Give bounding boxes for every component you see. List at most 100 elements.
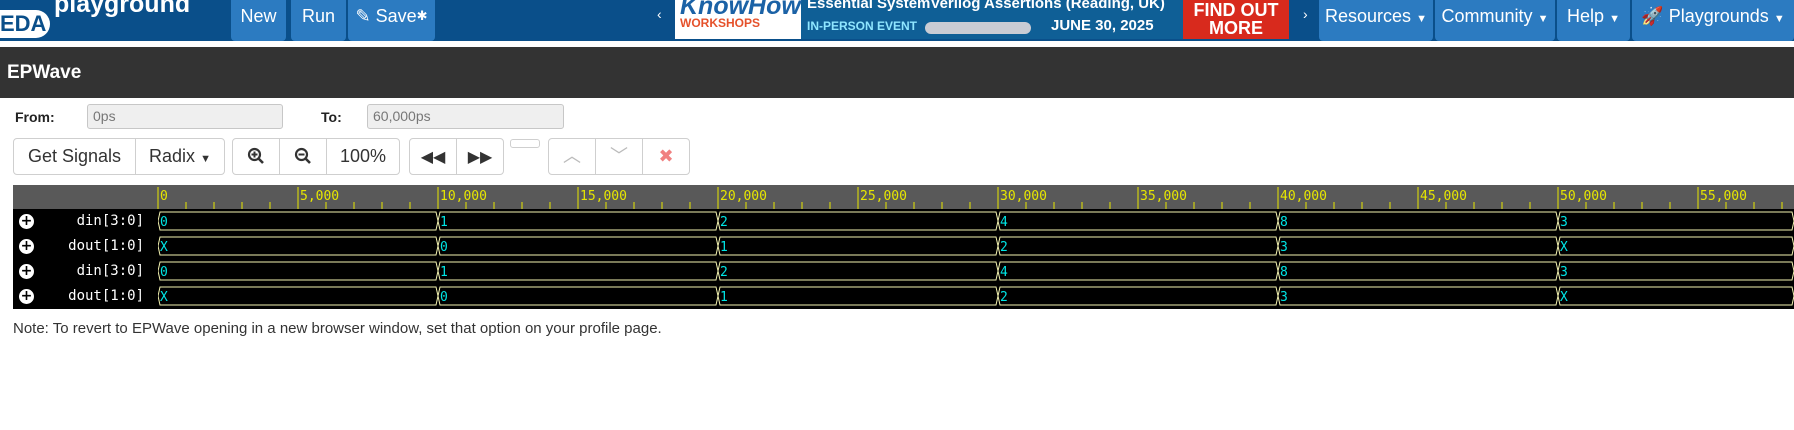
signal-order-group: ︿ ﹀ ✖ bbox=[548, 138, 690, 175]
logo-text: playground bbox=[54, 0, 191, 18]
edaplayground-logo[interactable]: EDA playground bbox=[0, 0, 220, 41]
from-field[interactable]: 0ps bbox=[87, 104, 283, 129]
banner-brand-sub: WORKSHOPS bbox=[680, 16, 761, 30]
new-button[interactable]: New bbox=[231, 0, 286, 41]
signal-row[interactable]: + din[3:0] bbox=[13, 259, 158, 284]
signal-name: dout[1:0] bbox=[68, 288, 144, 304]
note-text: Note: To revert to EPWave opening in a n… bbox=[13, 320, 662, 337]
bus-segment bbox=[437, 261, 719, 281]
ruler-label: 50,000 bbox=[1560, 189, 1607, 204]
bus-segment bbox=[717, 211, 999, 231]
banner-progress-pill bbox=[925, 22, 1031, 34]
bus-segment bbox=[717, 261, 999, 281]
time-ruler[interactable]: 0 5,000 10,000 15,000 20,000 25,000 30,000 35,0… bbox=[13, 185, 1794, 209]
playgrounds-menu[interactable]: 🚀 Playgrounds ▼ bbox=[1632, 0, 1794, 41]
bus-value-label: X bbox=[1560, 240, 1568, 255]
signal-row[interactable]: + dout[1:0] bbox=[13, 284, 158, 309]
ruler-label: 15,000 bbox=[580, 189, 627, 204]
bus-value-label: 0 bbox=[440, 240, 448, 255]
community-label: Community bbox=[1441, 6, 1533, 26]
bus-value-label: 2 bbox=[720, 215, 728, 230]
get-signals-button[interactable]: Get Signals bbox=[14, 139, 136, 174]
banner-prev-icon[interactable]: ‹ bbox=[657, 6, 662, 22]
waveform-traces: 0 1 2 4 8 3 X 0 1 2 3 X 0 1 2 4 8 3 X 0 1 2 3 X bbox=[158, 211, 1794, 306]
ruler-label: 5,000 bbox=[300, 189, 339, 204]
delete-signal-button[interactable]: ✖ bbox=[643, 139, 689, 174]
ruler-label: 20,000 bbox=[720, 189, 767, 204]
help-menu[interactable]: Help ▼ bbox=[1557, 0, 1630, 41]
radix-label: Radix bbox=[149, 146, 196, 166]
banner-next-icon[interactable]: › bbox=[1303, 6, 1308, 22]
bus-value-label: 8 bbox=[1280, 265, 1288, 280]
run-button[interactable]: Run bbox=[291, 0, 346, 41]
next-transition-button[interactable]: ▶▶ bbox=[457, 139, 503, 174]
signal-name: dout[1:0] bbox=[68, 238, 144, 254]
bus-segment bbox=[1277, 286, 1559, 306]
zoom-group: 100% bbox=[232, 138, 400, 175]
move-up-button[interactable]: ︿ bbox=[549, 139, 596, 174]
bus-value-label: 2 bbox=[1000, 290, 1008, 305]
bus-value-label: 8 bbox=[1280, 215, 1288, 230]
banner-cta-button[interactable]: FIND OUT MORE bbox=[1183, 0, 1289, 39]
top-navbar: EDA playground New Run ✎ Save✱ ‹ KnowHow… bbox=[0, 0, 1794, 41]
bus-value-label: 4 bbox=[1000, 265, 1008, 280]
banner-headline: Essential SystemVerilog Assertions (Read… bbox=[807, 0, 1165, 12]
ruler-label: 40,000 bbox=[1280, 189, 1327, 204]
help-label: Help bbox=[1567, 6, 1605, 26]
to-field[interactable]: 60,000ps bbox=[367, 104, 564, 129]
new-label: New bbox=[240, 6, 277, 26]
bus-value-label: X bbox=[160, 240, 168, 255]
zoom-out-button[interactable] bbox=[280, 139, 327, 174]
zoom-level[interactable]: 100% bbox=[327, 139, 399, 174]
bus-segment bbox=[1557, 211, 1794, 231]
expand-icon[interactable]: + bbox=[19, 214, 34, 229]
fast-forward-icon: ▶▶ bbox=[467, 149, 493, 166]
community-menu[interactable]: Community ▼ bbox=[1435, 0, 1555, 41]
navigate-group: ◀◀ ▶▶ bbox=[409, 138, 504, 175]
bus-value-label: 2 bbox=[1000, 240, 1008, 255]
bus-value-label: 3 bbox=[1280, 240, 1288, 255]
signal-name: din[3:0] bbox=[76, 263, 144, 279]
bus-value-label: 4 bbox=[1000, 215, 1008, 230]
bus-segment bbox=[997, 211, 1279, 231]
ruler-label: 10,000 bbox=[440, 189, 487, 204]
prev-transition-button[interactable]: ◀◀ bbox=[410, 139, 457, 174]
pencil-icon: ✎ bbox=[355, 6, 371, 26]
bus-value-label: 0 bbox=[160, 215, 168, 230]
bus-value-label: 0 bbox=[440, 290, 448, 305]
bus-value-label: 3 bbox=[1560, 215, 1568, 230]
chevron-down-icon: ﹀ bbox=[610, 146, 628, 166]
chevron-up-icon: ︿ bbox=[563, 146, 581, 166]
ad-banner[interactable]: KnowHow WORKSHOPS Essential SystemVerilo… bbox=[675, 0, 1289, 39]
bus-value-label: 3 bbox=[1560, 265, 1568, 280]
waveform-canvas[interactable]: 0 1 2 4 8 3 X 0 1 2 3 X 0 1 2 4 8 3 X 0 1 2 3 X bbox=[158, 209, 1794, 309]
move-down-button[interactable]: ﹀ bbox=[596, 139, 643, 174]
signal-row[interactable]: + dout[1:0] bbox=[13, 234, 158, 259]
expand-icon[interactable]: + bbox=[19, 264, 34, 279]
resources-menu[interactable]: Resources ▼ bbox=[1319, 0, 1433, 41]
zoom-in-button[interactable] bbox=[233, 139, 280, 174]
bus-value-label: X bbox=[1560, 290, 1568, 305]
bus-segment bbox=[1277, 236, 1559, 256]
bus-segment bbox=[437, 286, 719, 306]
save-button[interactable]: ✎ Save✱ bbox=[348, 0, 435, 41]
bus-segment bbox=[1557, 261, 1794, 281]
signal-row[interactable]: + din[3:0] bbox=[13, 209, 158, 234]
blank-button[interactable] bbox=[510, 139, 540, 148]
bus-segment bbox=[158, 286, 439, 306]
bus-segment bbox=[158, 236, 439, 256]
caret-down-icon: ▼ bbox=[200, 153, 211, 165]
zoom-in-icon bbox=[247, 147, 264, 164]
bus-segment bbox=[1277, 261, 1559, 281]
bus-segment bbox=[1557, 286, 1794, 306]
caret-down-icon: ▼ bbox=[1416, 13, 1427, 25]
radix-dropdown[interactable]: Radix ▼ bbox=[136, 139, 224, 174]
bus-value-label: X bbox=[160, 290, 168, 305]
bus-segment bbox=[717, 236, 999, 256]
expand-icon[interactable]: + bbox=[19, 289, 34, 304]
logo-eda: EDA bbox=[0, 10, 51, 38]
bus-value-label: 1 bbox=[720, 290, 728, 305]
bus-value-label: 3 bbox=[1280, 290, 1288, 305]
expand-icon[interactable]: + bbox=[19, 239, 34, 254]
signal-name: din[3:0] bbox=[76, 213, 144, 229]
